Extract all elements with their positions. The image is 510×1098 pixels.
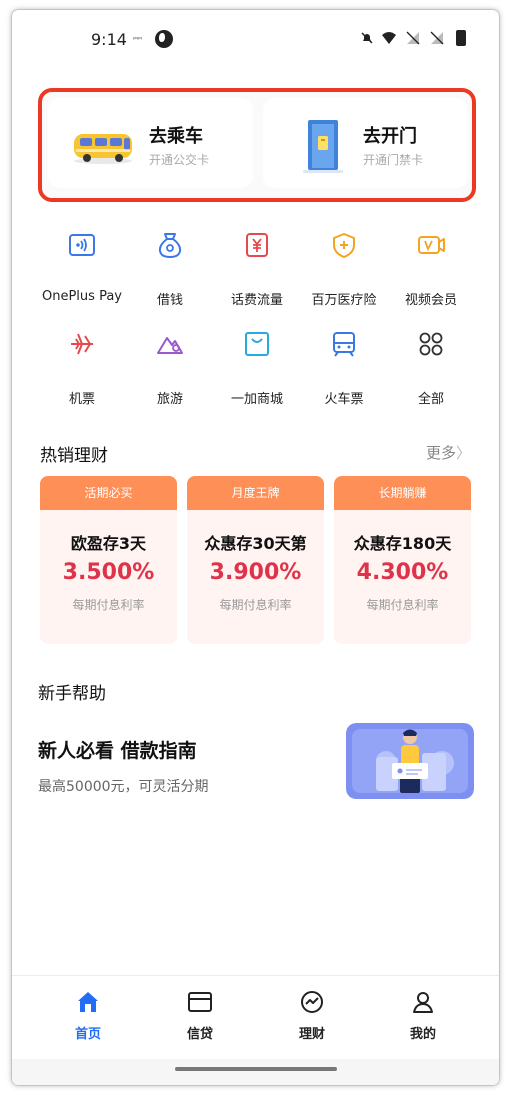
status-time: 9:14 (91, 30, 127, 49)
guide-illustration[interactable] (346, 723, 474, 799)
help-title[interactable]: 新人必看 借款指南 (38, 736, 197, 763)
help-subtitle: 最高50000元，可灵活分期 (38, 779, 209, 795)
chart-circle-icon (301, 991, 323, 1013)
grid-item-label: 视频会员 (404, 293, 457, 308)
bell-off-icon (361, 32, 373, 44)
status-bar: 9:14 ᴵᴹᴹ (12, 10, 499, 66)
grid-item-label: 火车票 (324, 392, 364, 407)
product-tag: 活期必买 (40, 476, 177, 510)
grid-item-oneplus-pay[interactable]: OnePlus Pay (34, 231, 130, 311)
shield-plus-icon (333, 233, 355, 258)
bus-card[interactable]: 去乘车 开通公交卡 (48, 98, 253, 188)
product-name: 众惠存30天第 (204, 534, 307, 553)
airplane-icon (71, 333, 93, 355)
product-card[interactable]: 活期必买 欧盈存3天 3.500% 每期付息利率 (40, 476, 177, 644)
bus-icon (74, 134, 132, 164)
nav-credit[interactable]: 信贷 (170, 990, 230, 1044)
yuan-bill-icon (246, 233, 268, 257)
grid-item-travel[interactable]: 旅游 (122, 330, 218, 410)
product-rate: 4.300% (356, 560, 449, 585)
product-card[interactable]: 月度王牌 众惠存30天第 3.900% 每期付息利率 (187, 476, 324, 644)
product-rate: 3.500% (62, 560, 155, 585)
train-icon (333, 332, 355, 357)
grid-item-label: 百万医疗险 (311, 293, 377, 308)
product-rate-label: 每期付息利率 (72, 598, 145, 612)
hot-finance-title: 热销理财 (40, 446, 108, 466)
product-tag: 月度王牌 (187, 476, 324, 510)
more-link[interactable]: 更多〉 (426, 442, 471, 463)
nav-label: 首页 (74, 1027, 101, 1042)
video-vip-icon (418, 236, 445, 254)
grid-item-label: 全部 (417, 392, 444, 407)
grid-item-phone-bill[interactable]: 话费流量 (209, 231, 305, 311)
grid-item-label: 借钱 (156, 293, 183, 308)
grid-item-video-vip[interactable]: 视频会员 (383, 231, 479, 311)
shopping-bag-icon (245, 332, 269, 356)
grid-item-store[interactable]: 一加商城 (209, 330, 305, 410)
status-tiny-text: ᴵᴹᴹ (133, 36, 142, 44)
person-icon (413, 992, 433, 1013)
globe-icon (155, 30, 173, 48)
mountain-icon (157, 337, 183, 354)
grid-item-medical[interactable]: 百万医疗险 (296, 231, 392, 311)
nav-label: 我的 (409, 1027, 436, 1042)
nav-finance[interactable]: 理财 (282, 990, 342, 1044)
product-name: 欧盈存3天 (70, 534, 147, 553)
door-card-subtitle: 开通门禁卡 (363, 153, 424, 167)
product-name: 众惠存180天 (353, 534, 452, 553)
bus-card-title: 去乘车 (149, 126, 203, 147)
product-rate-label: 每期付息利率 (219, 598, 292, 612)
help-section-title: 新手帮助 (38, 684, 106, 704)
money-bag-icon (158, 233, 182, 259)
bus-card-subtitle: 开通公交卡 (149, 153, 210, 167)
card-icon (188, 992, 212, 1012)
grid-item-label: 一加商城 (230, 392, 283, 407)
product-tag: 长期躺赚 (334, 476, 471, 510)
product-rate-label: 每期付息利率 (366, 598, 439, 612)
quick-cards-highlight: 去乘车 开通公交卡 去开门 开通门禁卡 (38, 88, 476, 202)
nav-label: 理财 (298, 1027, 325, 1042)
grid-item-flight[interactable]: 机票 (34, 330, 130, 410)
nav-home[interactable]: 首页 (58, 990, 118, 1044)
sim-off-icon (406, 31, 420, 45)
grid-item-label: 机票 (68, 392, 95, 407)
sim-off-icon (430, 31, 444, 45)
nfc-pay-icon (69, 234, 95, 256)
door-card-icon (303, 120, 343, 173)
door-card[interactable]: 去开门 开通门禁卡 (263, 98, 468, 188)
door-card-title: 去开门 (363, 126, 417, 147)
nav-mine[interactable]: 我的 (393, 990, 453, 1044)
grid-all-icon (419, 332, 443, 356)
phone-screen: 9:14 ᴵᴹᴹ 去乘车 开通公交卡 去开门 开通门禁卡 OnePlus Pay… (12, 10, 499, 1085)
grid-item-all[interactable]: 全部 (383, 330, 479, 410)
wifi-icon (382, 32, 396, 44)
bottom-nav: 首页 信贷 理财 我的 (12, 975, 499, 1059)
more-link-label: 更多 (425, 444, 456, 462)
grid-item-borrow[interactable]: 借钱 (122, 231, 218, 311)
gesture-area (12, 1059, 499, 1085)
gesture-bar[interactable] (175, 1067, 337, 1071)
product-card[interactable]: 长期躺赚 众惠存180天 4.300% 每期付息利率 (334, 476, 471, 644)
grid-item-train[interactable]: 火车票 (296, 330, 392, 410)
grid-item-label: 旅游 (156, 392, 183, 407)
chevron-right-icon: 〉 (455, 444, 471, 462)
battery-icon (456, 30, 466, 46)
product-rate: 3.900% (209, 560, 302, 585)
grid-item-label: OnePlus Pay (42, 289, 122, 304)
nav-label: 信贷 (186, 1027, 213, 1042)
home-icon (78, 992, 98, 1012)
grid-item-label: 话费流量 (230, 293, 283, 308)
